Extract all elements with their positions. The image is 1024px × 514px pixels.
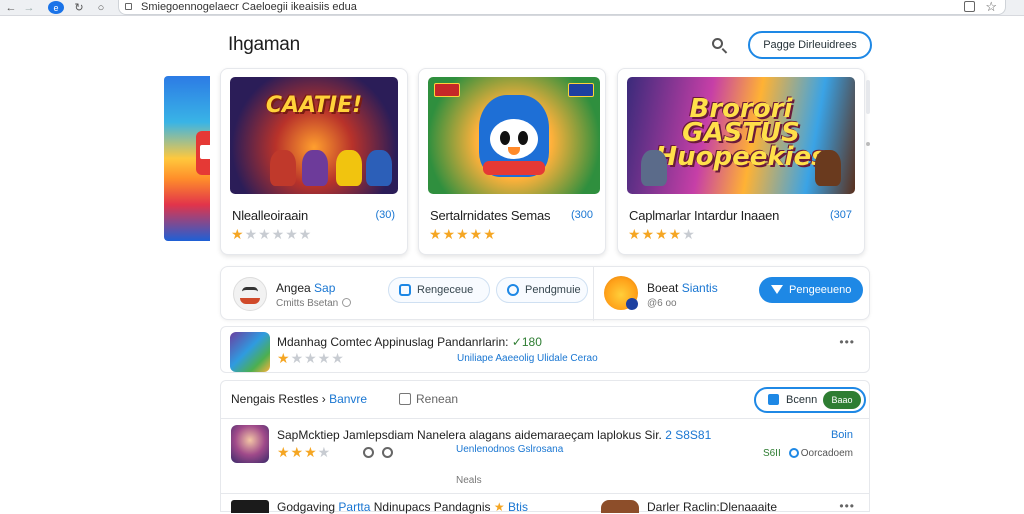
featured-card[interactable]: CAATIE! Nlealleoiraain (30) ★★★★★★ — [220, 68, 408, 255]
list-item-title: SapMcktiep Jamlepsdiam Nanelera alagans … — [277, 428, 712, 442]
hero-figure — [336, 150, 362, 186]
badge-icon — [568, 83, 594, 97]
avatar[interactable] — [233, 277, 267, 311]
chip-button[interactable]: Pendgmuie — [496, 277, 588, 303]
list-item[interactable]: Mdanhag Comtec Appinuslag Pandanrlarin: … — [220, 326, 870, 373]
star-rating: ★★★★ — [277, 445, 332, 461]
social-row: Angea Sap Cmitts Bsetan Rengeceue Pendgm… — [220, 266, 870, 321]
share-icon[interactable] — [382, 447, 393, 458]
info-icon — [342, 298, 352, 307]
featured-card[interactable]: Sertalrnidates Semas (300 ★★★★★ — [418, 68, 606, 255]
search-icon[interactable] — [709, 35, 731, 57]
results-section: Nengais Restles › Banvre Renean Bcenn Baa… — [220, 380, 870, 514]
follow-button[interactable]: Pengeeueno — [759, 277, 863, 303]
hero-figure — [815, 150, 841, 186]
side-banner-image[interactable] — [164, 76, 210, 241]
status-icon — [788, 448, 799, 458]
game-price: (307 — [829, 209, 852, 221]
divider — [593, 267, 594, 321]
avatar[interactable] — [604, 276, 638, 310]
bookmark-star-icon[interactable]: ☆ — [985, 0, 997, 15]
divider — [221, 418, 869, 419]
game-cover-image — [428, 77, 600, 194]
address-bar[interactable]: Smiegoennogelaecr Caeloegii ikeaisiis ed… — [118, 0, 1006, 15]
mascot-figure — [479, 95, 549, 177]
game-cover-image: Brorori GASTUS Huopeekies — [627, 77, 855, 194]
back-arrow-icon[interactable]: ← — [4, 1, 18, 15]
game-name: Nlealleoiraain — [232, 208, 308, 223]
more-options-icon[interactable]: ••• — [839, 499, 855, 513]
app-thumbnail[interactable] — [231, 425, 269, 463]
url-text: Smiegoennogelaecr Caeloegii ikeaisiis ed… — [141, 1, 357, 13]
carousel-indicator[interactable] — [866, 142, 870, 146]
app-thumbnail[interactable] — [601, 500, 639, 513]
cover-title: CAATIE! — [265, 93, 363, 118]
badge-icon — [434, 83, 460, 97]
divider — [221, 493, 869, 494]
game-name: Caplmarlar Intardur Inaaen — [629, 208, 780, 223]
list-item-title: Mdanhag Comtec Appinuslag Pandanrlarin: … — [277, 335, 542, 349]
star-rating: ★★★★★ — [628, 227, 696, 243]
download-icon — [771, 285, 783, 294]
hero-figure — [366, 150, 392, 186]
user-name: Boeat Siantis — [647, 281, 718, 295]
browser-logo-icon[interactable]: e — [48, 1, 64, 14]
game-price: (300 — [570, 209, 593, 221]
user-name: Angea Sap — [276, 281, 336, 295]
star-rating: ★★★★★★ — [231, 227, 313, 243]
play-icon — [768, 394, 779, 405]
review-icon — [363, 447, 374, 458]
star-rating: ★★★★★ — [277, 351, 345, 367]
header-cta-button[interactable]: Pagge Dirleuidrees — [748, 31, 872, 59]
app-thumbnail — [230, 332, 270, 372]
game-name: Sertalrnidates Semas — [430, 208, 551, 223]
checkbox-icon — [399, 393, 411, 405]
star-rating: ★★★★★ — [429, 227, 497, 243]
extension-icon[interactable] — [964, 1, 975, 12]
play-logo-icon — [196, 131, 210, 175]
hero-figure — [302, 150, 328, 186]
refresh-icon — [507, 284, 519, 296]
browser-toolbar: ← → e ↻ ○ Smiegoennogelaecr Caeloegii ik… — [0, 0, 1024, 16]
list-item-subtitle: Uniliape Aaeeolig Ulidale Cerao — [457, 353, 598, 364]
user-subtitle: @6 oo — [647, 298, 677, 309]
status-badge: Baao — [823, 391, 861, 409]
game-price: (30) — [375, 209, 395, 221]
game-cover-image: CAATIE! — [230, 77, 398, 194]
page-title: Ihgaman — [228, 34, 300, 55]
home-icon[interactable]: ○ — [94, 1, 108, 15]
section-heading: Nengais Restles › Banvre — [231, 392, 368, 406]
item-meta: S6II Oorcadoem — [762, 448, 853, 459]
hero-figure — [270, 150, 296, 186]
hero-figure — [641, 150, 667, 186]
check-icon — [399, 284, 411, 296]
more-options-icon[interactable]: ••• — [839, 335, 855, 349]
user-subtitle: Cmitts Bsetan — [276, 298, 352, 309]
item-note: Neals — [456, 475, 482, 486]
forward-arrow-icon[interactable]: → — [22, 1, 36, 15]
carousel-scrollbar[interactable] — [866, 80, 870, 114]
featured-card[interactable]: Brorori GASTUS Huopeekies Caplmarlar Int… — [617, 68, 865, 255]
rename-button[interactable]: Renean — [399, 392, 458, 406]
section-action-button[interactable]: Bcenn Baao — [754, 387, 866, 413]
reload-icon[interactable]: ↻ — [72, 1, 86, 15]
list-item-subtitle: Uenlenodnos Gslrosana — [456, 444, 564, 455]
app-thumbnail[interactable] — [231, 500, 269, 513]
chip-button[interactable]: Rengeceue — [388, 277, 490, 303]
install-link[interactable]: Boin — [831, 429, 853, 441]
lock-icon — [125, 3, 132, 10]
